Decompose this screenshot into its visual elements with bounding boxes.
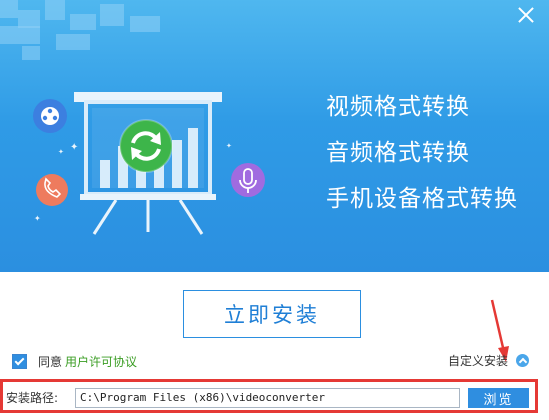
install-path-highlight: 安装路径: C:\Program Files (x86)\videoconver… bbox=[0, 379, 538, 413]
microphone-icon bbox=[231, 163, 265, 197]
agreement-row: 同意 用户许可协议 bbox=[12, 352, 137, 370]
custom-install-label: 自定义安装 bbox=[448, 353, 509, 368]
browse-button[interactable]: 浏览 bbox=[468, 388, 529, 408]
feature-mobile: 手机设备格式转换 bbox=[326, 186, 518, 212]
close-button[interactable] bbox=[515, 4, 537, 26]
agree-label: 同意 bbox=[38, 354, 63, 369]
feature-audio: 音频格式转换 bbox=[326, 140, 470, 166]
chevron-up-icon bbox=[516, 353, 530, 367]
install-path-label: 安装路径: bbox=[6, 391, 59, 405]
install-now-button[interactable]: 立即安装 bbox=[183, 290, 361, 338]
agree-checkbox[interactable] bbox=[12, 353, 27, 369]
refresh-icon bbox=[119, 119, 173, 173]
feature-video: 视频格式转换 bbox=[326, 94, 470, 120]
phone-icon bbox=[36, 174, 68, 206]
feature-list: 视频格式转换 音频格式转换 手机设备格式转换 bbox=[326, 92, 518, 230]
film-reel-icon bbox=[33, 99, 67, 133]
custom-install-toggle[interactable]: 自定义安装 bbox=[448, 351, 530, 369]
illustration bbox=[33, 92, 265, 235]
install-path-input[interactable]: C:\Program Files (x86)\videoconverter bbox=[75, 388, 460, 408]
banner: ✦ ✦ ✦ ✦ 视频格式转换 音频格式转换 手机设备格式转换 bbox=[0, 0, 549, 272]
license-agreement-link[interactable]: 用户许可协议 bbox=[65, 353, 137, 370]
